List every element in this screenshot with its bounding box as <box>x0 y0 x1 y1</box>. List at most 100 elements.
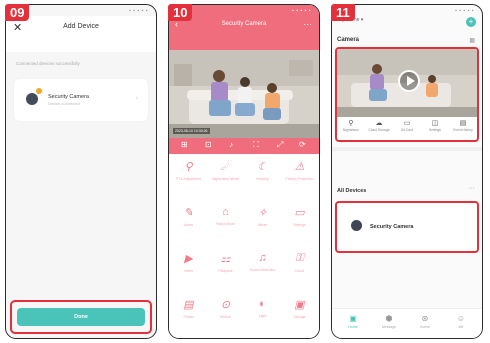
add-icon[interactable]: + <box>466 17 476 27</box>
quick-action-label: Settings <box>429 128 441 132</box>
grid-label: PTZ Adjustment <box>176 177 201 181</box>
tab-scene[interactable]: ⊛ Scene <box>410 314 440 329</box>
more-icon[interactable]: ··· <box>303 19 312 29</box>
grid-item[interactable]: ☄ Nightvision Mode <box>207 154 244 200</box>
grid-item[interactable]: ▣ Storage <box>281 292 318 338</box>
storage-icon: ▣ <box>294 299 305 311</box>
rotate-icon[interactable]: ⟳ <box>299 140 306 149</box>
cloud-icon: ⚿ <box>295 252 304 264</box>
cloud-icon: ☁ <box>375 120 383 127</box>
grid-label: Privacy Protection <box>285 177 314 181</box>
grid-item[interactable]: ⚏ Playback <box>207 246 244 292</box>
settings-icon: ◫ <box>431 120 439 127</box>
grid-item[interactable]: ♫ Sound Detection <box>244 246 281 292</box>
grid-item[interactable]: ✧ Album <box>244 200 281 246</box>
grid-item[interactable]: ⚿ Cloud <box>281 246 318 292</box>
tab-home[interactable]: ▣ Home <box>338 314 368 329</box>
home-icon: ▣ <box>349 314 357 323</box>
device-name: Security Camera <box>48 94 89 100</box>
grid-label: Storage <box>293 315 306 319</box>
nightvision-icon: ⚲ <box>348 120 354 127</box>
grid-item[interactable]: ☾ Security <box>244 154 281 200</box>
grid-label: Patrol Mode <box>216 222 235 226</box>
function-grid: ⚲ PTZ Adjustment ☄ Nightvision Mode ☾ Secur… <box>169 154 319 338</box>
patrol-icon: ⌂ <box>222 206 229 218</box>
screenshot-icon[interactable]: ⊞ <box>181 140 188 149</box>
message-icon: ⬢ <box>385 314 393 323</box>
screen-home: ▪ ▪ ▪ ▪ ▪ My Home ▾ + Camera ▦ ⚲Nightvis… <box>331 4 483 339</box>
header-bar <box>6 16 156 52</box>
tab-bar: ▣ Home ⬢ Message ⊛ Scene ☺ Me <box>332 308 482 338</box>
camera-icon <box>26 93 38 105</box>
quick-action[interactable]: ▭ Sd Card <box>393 119 421 132</box>
nightvision-icon: ☄ <box>220 161 231 173</box>
device-status: Device connected <box>48 101 80 106</box>
tab-label: Home <box>348 325 358 329</box>
grid-item[interactable]: ⊙ Motion <box>207 292 244 338</box>
device-card[interactable]: Security Camera <box>335 201 479 253</box>
grid-label: Preset <box>183 315 194 319</box>
sound-icon[interactable]: ♪ <box>229 140 233 149</box>
section-title: Camera <box>337 37 360 43</box>
preset-icon: ▤ <box>183 299 194 311</box>
timestamp-overlay: 2023-08-10 10:30:26 <box>173 128 210 134</box>
grid-label: Sound Detection <box>249 268 276 272</box>
camera-icon <box>351 220 362 231</box>
live-video[interactable]: 2023-08-10 10:30:26 <box>169 50 319 138</box>
fullscreen-icon[interactable]: ⤢ <box>277 140 283 150</box>
grid-item[interactable]: ⚲ PTZ Adjustment <box>170 154 207 200</box>
grid-item[interactable]: ⚠ Privacy Protection <box>281 154 318 200</box>
page-subtitle: Connected devices successfully <box>16 61 80 66</box>
more-icon[interactable]: ··· <box>468 185 475 192</box>
page-title: Add Device <box>63 23 99 30</box>
done-button[interactable]: Done <box>17 308 145 326</box>
step-badge-09: 09 <box>5 4 30 21</box>
play-icon[interactable] <box>398 70 420 92</box>
all-devices-title: All Devices <box>337 188 367 194</box>
grid-label: Motion <box>220 315 231 319</box>
grid-label: Settings <box>293 223 306 227</box>
grid-item[interactable]: ▶ Video <box>170 246 207 292</box>
quick-action[interactable]: ◫ Settings <box>421 119 449 132</box>
screen-add-device: ▪ ▪ ▪ ▪ ▪ ✕ Add Device Connected devices… <box>5 4 157 339</box>
grid-view-icon[interactable]: ▦ <box>469 37 475 44</box>
status-icons: ▪ ▪ ▪ ▪ ▪ <box>292 8 311 14</box>
quick-action[interactable]: ☁ Cloud Storage <box>365 119 393 132</box>
grid-label: Video <box>184 269 193 273</box>
grid-label: Playback <box>218 269 233 273</box>
grid-label: Security <box>256 177 269 181</box>
grid-item[interactable]: ▤ Preset <box>170 292 207 338</box>
grid-label: Album <box>257 223 268 227</box>
moon-icon: ☾ <box>257 161 268 173</box>
tab-label: Message <box>381 325 397 329</box>
grid-item[interactable]: ⌂ Patrol Mode <box>207 200 244 246</box>
step-badge-11: 11 <box>331 4 355 21</box>
device-card[interactable]: Security Camera Device connected › <box>14 79 148 121</box>
quality-icon[interactable]: ⛶ <box>253 140 259 150</box>
live-video-image <box>169 50 319 138</box>
chevron-right-icon: › <box>135 95 138 102</box>
light-icon: ◐ <box>259 298 266 310</box>
camera-preview-card[interactable]: ⚲ Nightvision ☁ Cloud Storage ▭ Sd Card ◫ Se… <box>335 47 479 142</box>
device-name: Security Camera <box>370 224 414 230</box>
profile-icon: ☺ <box>456 314 466 323</box>
grid-label: Nightvision Mode <box>212 177 239 181</box>
grid-item[interactable]: ✎ Alarm <box>170 200 207 246</box>
tab-me[interactable]: ☺ Me <box>446 314 476 329</box>
alarm-icon: ✎ <box>183 207 194 219</box>
settings-icon: ▭ <box>294 207 305 219</box>
record-icon[interactable]: ⊡ <box>205 140 212 149</box>
quick-action[interactable]: ▤ Event History <box>449 119 477 132</box>
control-bar: ⊞ ⊡ ♪ ⛶ ⤢ ⟳ <box>169 138 319 154</box>
tab-label: Me <box>458 325 464 329</box>
sound-detection-icon: ♫ <box>258 252 267 264</box>
album-icon: ✧ <box>257 207 268 219</box>
grid-item[interactable]: ◐ Light <box>244 292 281 338</box>
tab-message[interactable]: ⬢ Message <box>374 314 404 329</box>
playback-icon: ⚏ <box>220 253 231 265</box>
quick-action-label: Sd Card <box>400 128 414 132</box>
grid-item[interactable]: ▭ Settings <box>281 200 318 246</box>
sd-card-icon: ▭ <box>403 120 411 127</box>
quick-action[interactable]: ⚲ Nightvision <box>337 119 365 132</box>
preview-video[interactable] <box>337 49 477 117</box>
